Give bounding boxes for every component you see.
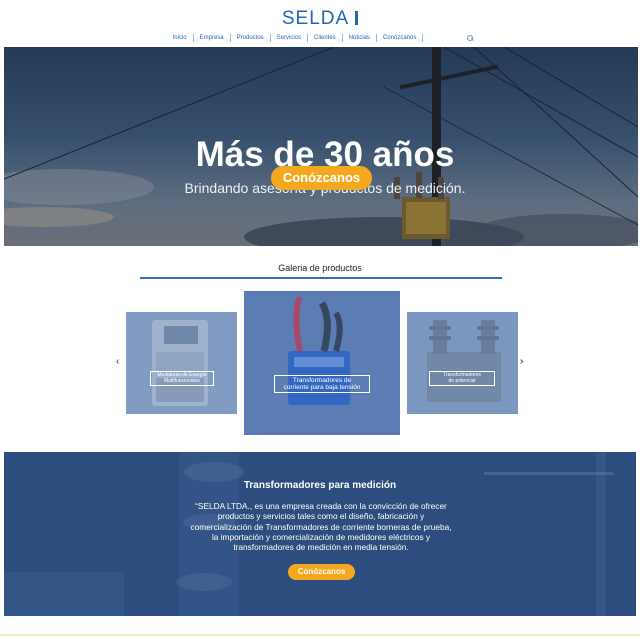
- nav-conozcanos[interactable]: Conózcanos: [377, 34, 424, 42]
- card-label-line2: Multifuncionales: [164, 377, 200, 384]
- card-tint: [126, 312, 237, 414]
- search-icon[interactable]: [467, 35, 474, 41]
- card-label-line1: Transformadores de: [292, 377, 352, 384]
- nav-inicio[interactable]: Inicio: [167, 34, 194, 42]
- about-conozcanos-button[interactable]: Conózcanos: [288, 564, 355, 580]
- logo-mark: [355, 11, 359, 25]
- site-header: SELDA Inicio Empresa Productos Servicios…: [0, 0, 640, 46]
- nav-empresa[interactable]: Empresa: [194, 34, 231, 42]
- card-label: Medidores de Energía Multifuncionales: [150, 371, 214, 386]
- nav-clientes[interactable]: Clientes: [308, 34, 343, 42]
- hero-banner: Más de 30 años Brindando asesoría y prod…: [4, 47, 638, 246]
- logo[interactable]: SELDA: [0, 8, 640, 30]
- card-tint: [244, 291, 400, 435]
- hero-conozcanos-button[interactable]: Conózcanos: [271, 166, 372, 190]
- about-section: Transformadores para medición “SELDA LTD…: [4, 452, 636, 616]
- nav-servicios[interactable]: Servicios: [271, 34, 308, 42]
- footer-line: [0, 634, 640, 636]
- card-label-line2: de potencial: [448, 377, 476, 384]
- card-tint: [407, 312, 518, 414]
- nav-noticias[interactable]: Noticias: [343, 34, 378, 42]
- card-label: Transformadores de potencial: [429, 371, 495, 386]
- product-card-transformadores-potencial[interactable]: Transformadores de potencial: [407, 312, 518, 414]
- chevron-right-icon[interactable]: ›: [520, 356, 523, 367]
- about-text: “SELDA LTDA., es una empresa creada con …: [190, 501, 452, 553]
- chevron-left-icon[interactable]: ‹: [116, 356, 119, 367]
- about-title: Transformadores para medición: [243, 480, 397, 491]
- card-label: Transformadores de corriente para baja t…: [274, 375, 370, 394]
- card-label-line2: corriente para baja tensión: [283, 384, 361, 392]
- logo-text: SELDA: [281, 8, 350, 29]
- nav-productos[interactable]: Productos: [231, 34, 271, 42]
- gallery-title: Galeria de productos: [278, 263, 362, 273]
- main-nav: Inicio Empresa Productos Servicios Clien…: [0, 34, 640, 42]
- gallery-divider: [140, 277, 502, 279]
- product-card-transformadores-corriente[interactable]: Transformadores de corriente para baja t…: [244, 291, 400, 435]
- product-card-medidores[interactable]: Medidores de Energía Multifuncionales: [126, 312, 237, 414]
